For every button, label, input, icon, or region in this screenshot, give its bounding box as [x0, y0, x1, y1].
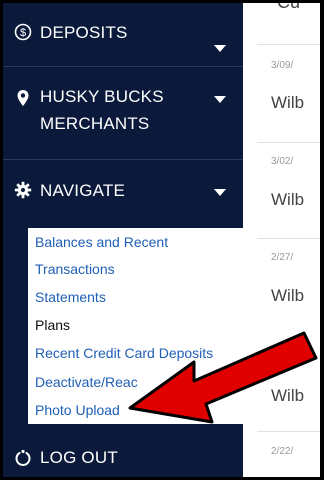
- menu-log-out[interactable]: LOG OUT: [0, 440, 243, 480]
- chevron-down-icon[interactable]: [214, 45, 226, 52]
- chevron-down-icon[interactable]: [214, 189, 226, 196]
- row-divider: [257, 431, 324, 432]
- gear-icon: [14, 181, 32, 199]
- logout-icon: [14, 449, 32, 467]
- transaction-date: 3/09/: [271, 60, 294, 71]
- menu-deposits[interactable]: $ DEPOSITS: [0, 14, 243, 54]
- submenu-link-photo-upload[interactable]: Photo Upload: [35, 401, 120, 419]
- submenu-link-balances[interactable]: Balances and Recent: [35, 233, 168, 251]
- menu-husky-bucks-merchants[interactable]: HUSKY BUCKS MERCHANTS: [0, 80, 243, 150]
- transaction-date: 2/22/: [271, 446, 294, 457]
- submenu-link-deactivate[interactable]: Deactivate/Reac: [35, 373, 138, 391]
- transaction-merchant: Wilb: [271, 93, 305, 112]
- panel-heading-fragment: Cu: [277, 0, 301, 12]
- divider: [0, 159, 243, 160]
- transaction-date: 2/27/: [271, 252, 294, 263]
- svg-text:$: $: [20, 27, 26, 39]
- menu-navigate-label: NAVIGATE: [40, 181, 126, 200]
- menu-log-out-label: LOG OUT: [40, 448, 118, 467]
- row-divider: [257, 142, 324, 143]
- transaction-date: 3/02/: [271, 156, 294, 167]
- submenu-link-statements[interactable]: Statements: [35, 288, 106, 306]
- transaction-merchant: Wilb: [271, 190, 305, 209]
- map-pin-icon: [14, 89, 32, 107]
- dollar-circle-icon: $: [14, 23, 32, 41]
- divider: [0, 66, 243, 67]
- submenu-link-transactions[interactable]: Transactions: [35, 260, 115, 278]
- menu-deposits-label: DEPOSITS: [40, 23, 128, 42]
- row-divider: [257, 44, 324, 45]
- menu-husky-label: HUSKY BUCKS MERCHANTS: [40, 87, 164, 133]
- menu-navigate[interactable]: NAVIGATE: [0, 172, 243, 212]
- red-arrow-annotation: [128, 331, 318, 424]
- chevron-down-icon[interactable]: [214, 96, 226, 103]
- submenu-item-plans[interactable]: Plans: [35, 316, 70, 334]
- row-divider: [257, 238, 324, 239]
